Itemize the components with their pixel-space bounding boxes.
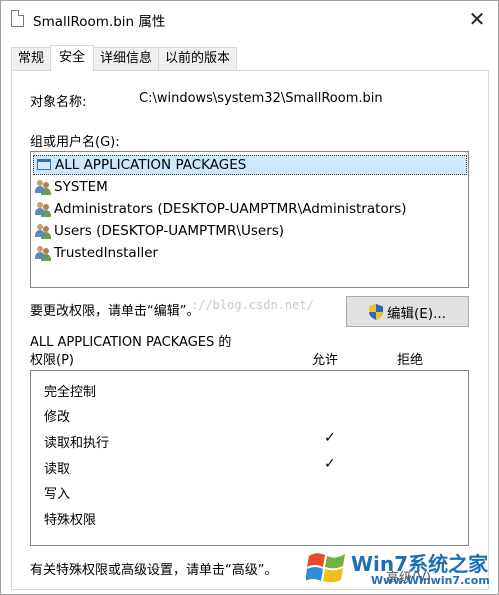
list-item-label: TrustedInstaller bbox=[54, 245, 159, 261]
permission-name: 写入 bbox=[44, 487, 71, 502]
allow-column-header: 允许 bbox=[312, 353, 339, 368]
permission-row: 特殊权限 bbox=[44, 507, 464, 528]
permission-name: 完全控制 bbox=[44, 385, 97, 400]
logo-text: Win7系统之家 bbox=[351, 552, 489, 576]
file-icon bbox=[11, 10, 24, 27]
tab-previous-versions[interactable]: 以前的版本 bbox=[158, 47, 238, 71]
close-icon: ✕ bbox=[468, 7, 486, 31]
permission-row: 读取和执行 ✓ bbox=[44, 430, 464, 451]
list-item-label: Administrators (DESKTOP-UAMPTMR\Administ… bbox=[54, 201, 407, 217]
permission-name: 特殊权限 bbox=[44, 513, 97, 528]
package-icon bbox=[36, 157, 52, 173]
permission-name: 读取 bbox=[44, 462, 71, 477]
list-item-label: Users (DESKTOP-UAMPTMR\Users) bbox=[54, 223, 285, 239]
edit-button[interactable]: 编辑(E)... bbox=[346, 296, 469, 327]
permission-name: 修改 bbox=[44, 410, 71, 425]
watermark-text: ://blog.csdn.net/ bbox=[191, 298, 314, 312]
windows-flag-icon bbox=[306, 553, 345, 583]
window-title: SmallRoom.bin 属性 bbox=[33, 14, 166, 30]
tab-general[interactable]: 常规 bbox=[11, 47, 52, 71]
tab-strip: 常规 安全 详细信息 以前的版本 bbox=[11, 45, 238, 71]
tab-details[interactable]: 详细信息 bbox=[93, 47, 160, 71]
permissions-list[interactable]: 完全控制 修改 读取和执行 ✓ 读取 ✓ 写入 特殊权限 bbox=[30, 370, 469, 546]
uac-shield-icon bbox=[369, 303, 384, 320]
list-item-administrators[interactable]: Administrators (DESKTOP-UAMPTMR\Administ… bbox=[33, 199, 467, 219]
users-icon bbox=[35, 223, 51, 239]
permission-name: 读取和执行 bbox=[44, 436, 110, 451]
groups-label: 组或用户名(G): bbox=[30, 135, 120, 150]
tab-security[interactable]: 安全 bbox=[50, 45, 95, 71]
list-item-label: SYSTEM bbox=[54, 179, 108, 195]
users-icon bbox=[35, 245, 51, 261]
object-name-label: 对象名称: bbox=[30, 95, 87, 110]
permission-row: 修改 bbox=[44, 404, 464, 425]
allow-check: ✓ bbox=[324, 430, 336, 446]
groups-listbox[interactable]: ALL APPLICATION PACKAGES SYSTEM Administ… bbox=[30, 151, 469, 288]
logo-url: Www.Winwin7.com bbox=[371, 574, 490, 587]
allow-check: ✓ bbox=[324, 456, 336, 472]
properties-dialog: SmallRoom.bin 属性 ✕ 常规 安全 详细信息 以前的版本 对象名称… bbox=[0, 0, 499, 595]
users-icon bbox=[35, 179, 51, 195]
edit-hint: 要更改权限，请单击“编辑”。 bbox=[30, 304, 200, 319]
list-item-label: ALL APPLICATION PACKAGES bbox=[55, 157, 247, 173]
list-item-system[interactable]: SYSTEM bbox=[33, 177, 467, 197]
deny-column-header: 拒绝 bbox=[397, 353, 424, 368]
users-icon bbox=[35, 201, 51, 217]
list-item-users[interactable]: Users (DESKTOP-UAMPTMR\Users) bbox=[33, 221, 467, 241]
edit-button-label: 编辑(E)... bbox=[387, 305, 446, 322]
permission-row: 写入 bbox=[44, 481, 464, 502]
list-item-all-application-packages[interactable]: ALL APPLICATION PACKAGES bbox=[33, 155, 467, 175]
site-logo: Win7系统之家 Www.Winwin7.com bbox=[301, 546, 496, 594]
permissions-title: ALL APPLICATION PACKAGES 的 bbox=[30, 335, 232, 350]
permission-row: 完全控制 bbox=[44, 379, 464, 400]
object-name-value: C:\windows\system32\SmallRoom.bin bbox=[139, 91, 383, 106]
permission-row: 读取 ✓ bbox=[44, 456, 464, 477]
list-item-trustedinstaller[interactable]: TrustedInstaller bbox=[33, 243, 467, 263]
title-bar: SmallRoom.bin 属性 ✕ bbox=[1, 1, 498, 37]
permissions-label: 权限(P) bbox=[30, 353, 74, 368]
close-button[interactable]: ✕ bbox=[462, 5, 492, 33]
advanced-hint: 有关特殊权限或高级设置，请单击“高级”。 bbox=[30, 563, 278, 578]
